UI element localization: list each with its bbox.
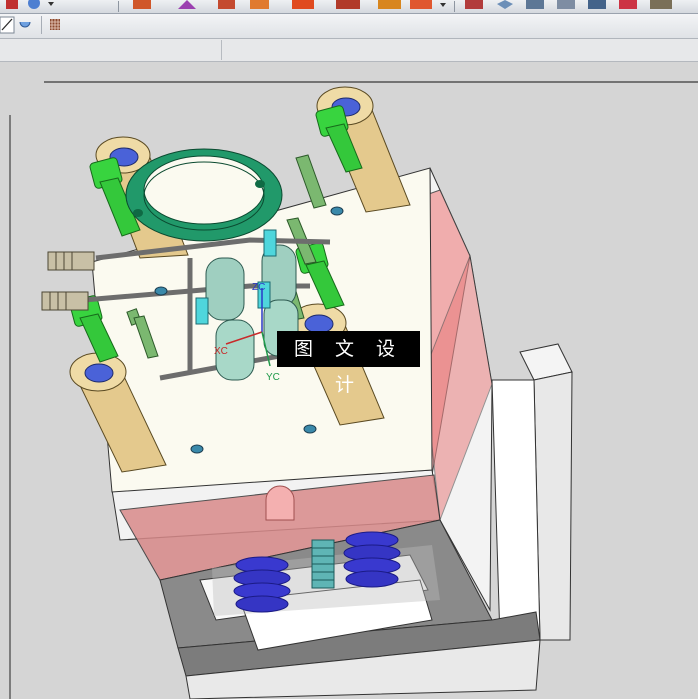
component-icon[interactable] <box>218 0 235 9</box>
ejector-pin[interactable] <box>311 539 335 589</box>
shade-icon[interactable] <box>465 0 483 9</box>
fit-icon[interactable] <box>497 0 513 9</box>
mold-wizard-icon[interactable] <box>133 0 151 9</box>
secondary-toolbar <box>0 14 698 39</box>
toolbar-separator <box>118 1 119 12</box>
toolbar-separator <box>454 1 455 12</box>
toolbar-icon-group-left[interactable] <box>6 0 54 9</box>
grid-filter-icon[interactable] <box>50 19 60 30</box>
layer-icon[interactable] <box>526 0 544 9</box>
watermark-label: 图 文 设 计 <box>277 331 420 396</box>
render-icon[interactable] <box>650 0 672 9</box>
chevron-down-icon[interactable] <box>440 3 446 7</box>
leader-bushing-top-right[interactable] <box>316 86 411 213</box>
cooling-icon[interactable] <box>250 0 269 9</box>
main-toolbar <box>0 0 698 14</box>
part-navigator-bar[interactable] <box>0 39 698 62</box>
sphere-icon[interactable] <box>28 0 40 9</box>
ejector-icon[interactable] <box>336 0 360 9</box>
color-icon[interactable] <box>619 0 637 9</box>
z-axis-label: ZC <box>252 282 265 293</box>
locating-ring[interactable] <box>125 148 283 242</box>
y-axis-label: YC <box>266 372 280 383</box>
support-plate-right[interactable] <box>491 343 573 641</box>
triangle-icon[interactable] <box>178 0 196 9</box>
sprue-puller[interactable] <box>265 485 295 521</box>
cooling-connector[interactable] <box>41 251 95 311</box>
tab-divider <box>221 40 222 60</box>
layer-icon-2[interactable] <box>557 0 575 9</box>
snap-icon[interactable] <box>19 21 31 28</box>
chevron-down-icon[interactable] <box>48 2 54 6</box>
graphics-viewport[interactable]: ZC XC YC 图 文 设 计 <box>0 62 698 699</box>
toolbar-separator <box>41 16 42 34</box>
grid-icon[interactable] <box>588 0 606 9</box>
cube-icon[interactable] <box>6 0 18 9</box>
electrode-icon[interactable] <box>378 0 401 9</box>
x-axis-label: XC <box>214 346 228 357</box>
view-icon[interactable] <box>410 0 432 9</box>
slider-icon[interactable] <box>292 0 314 9</box>
